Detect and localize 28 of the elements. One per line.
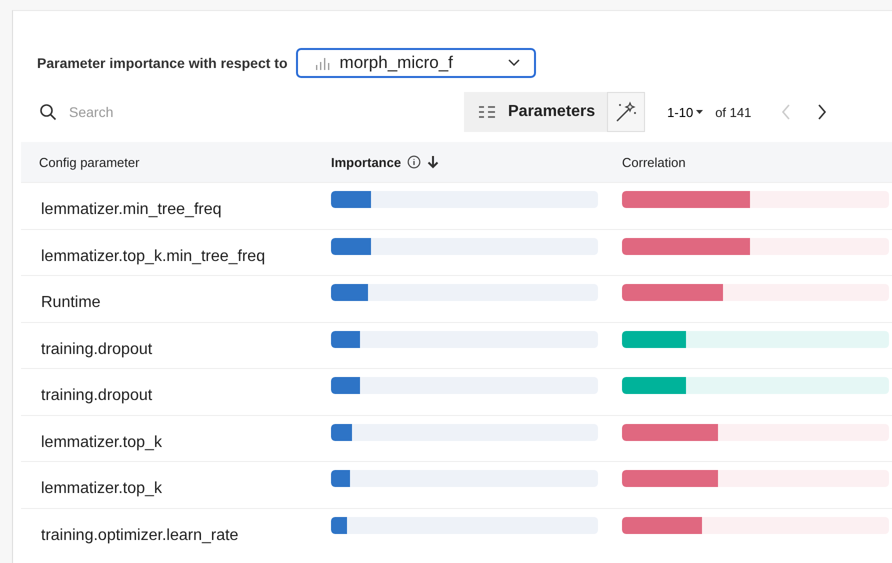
search-icon: [39, 103, 57, 121]
column-header[interactable]: Correlation: [622, 154, 889, 170]
metric-dropdown[interactable]: morph_micro_f: [296, 48, 536, 78]
info-icon[interactable]: [407, 155, 422, 169]
next-page-button[interactable]: [817, 104, 828, 120]
column-header[interactable]: Importance: [331, 154, 402, 170]
parameter-name: training.dropout: [40, 386, 154, 405]
magic-wand-button[interactable]: [607, 92, 646, 132]
column-header[interactable]: Config parameter: [21, 154, 331, 170]
chevron-left-icon: [781, 104, 792, 120]
page-size-dropdown[interactable]: 1-10: [667, 104, 704, 120]
sort-descending-icon[interactable]: [427, 155, 440, 169]
parameter-name: training.optimizer.learn_rate: [40, 526, 240, 544]
parameter-name: lemmatizer.top_k: [40, 432, 163, 452]
caret-down-icon: [696, 110, 704, 114]
page-total: of 141: [715, 104, 752, 120]
parameter-name: training.dropout: [40, 340, 154, 358]
parameter-name: lemmatizer.top_k.min_tree_freq: [40, 246, 266, 266]
magic-wand-icon: [614, 100, 638, 124]
parameters-button[interactable]: Parameters: [464, 92, 608, 132]
parameter-name: Runtime: [40, 293, 102, 312]
list-icon: [478, 105, 496, 119]
chevron-down-icon: [508, 59, 520, 67]
parameter-name: lemmatizer.min_tree_freq: [40, 200, 223, 219]
chevron-right-icon: [817, 104, 828, 120]
bar-chart-icon: [314, 55, 330, 71]
metric-label: Parameter importance with respect to: [37, 55, 288, 71]
parameter-name: lemmatizer.top_k: [40, 479, 163, 498]
